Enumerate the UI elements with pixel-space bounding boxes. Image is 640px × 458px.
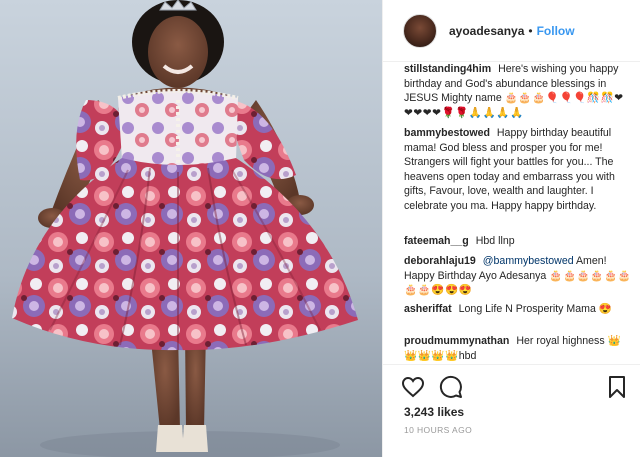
action-icons: [401, 375, 463, 399]
post-timestamp[interactable]: 10 HOURS AGO: [404, 425, 472, 435]
comment-username[interactable]: asheriffat: [404, 303, 452, 315]
comment-mention[interactable]: @bammybestowed: [483, 255, 574, 267]
header-separator: •: [528, 23, 533, 38]
post-photo[interactable]: [0, 0, 382, 457]
comment-username[interactable]: stillstanding4him: [404, 63, 491, 75]
comment-text: Happy birthday beautiful mama! God bless…: [404, 127, 615, 212]
photo-illustration: [0, 0, 382, 457]
comment-text: Hbd llnp: [475, 235, 515, 247]
speech-bubble-icon[interactable]: [439, 375, 463, 399]
comment-username[interactable]: fateemah__g: [404, 235, 469, 247]
like-count[interactable]: 3,243 likes: [404, 405, 464, 419]
comment-username[interactable]: proudmummynathan: [404, 335, 509, 347]
comment-username[interactable]: bammybestowed: [404, 127, 490, 139]
comment-item: deborahlaju19 @bammybestowed Amen! Happy…: [404, 254, 632, 298]
instagram-post: ayoadesanya • Follow stillstanding4him H…: [0, 0, 640, 457]
comment-item: asheriffat Long Life N Prosperity Mama 😍: [404, 302, 632, 317]
comment-text: Long Life N Prosperity Mama: [458, 303, 596, 315]
comment-text: Her royal highness: [516, 335, 605, 347]
heart-outline-icon[interactable]: [401, 375, 425, 399]
comment-item: proudmummynathan Her royal highness 👑👑👑👑…: [404, 334, 632, 363]
comment-item: bammybestowed Happy birthday beautiful m…: [404, 126, 632, 214]
comment-item: fateemah__g Hbd llnp: [404, 234, 632, 249]
comment-suffix: hbd: [458, 349, 477, 362]
author-username[interactable]: ayoadesanya: [449, 24, 524, 38]
post-side-panel: ayoadesanya • Follow stillstanding4him H…: [382, 0, 640, 457]
comment-item: stillstanding4him Here's wishing you hap…: [404, 62, 632, 120]
author-avatar[interactable]: [403, 13, 437, 48]
comment-username[interactable]: deborahlaju19: [404, 255, 476, 267]
follow-button[interactable]: Follow: [537, 24, 575, 38]
post-header: ayoadesanya • Follow: [383, 0, 640, 62]
bookmark-icon[interactable]: [605, 375, 629, 399]
comment-emoji: 😍: [598, 303, 613, 315]
post-actions: 3,243 likes 10 HOURS AGO: [383, 364, 640, 458]
